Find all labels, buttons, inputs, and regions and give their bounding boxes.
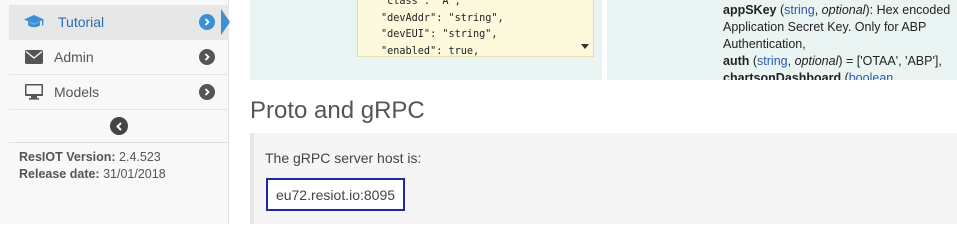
section-title: Proto and gRPC [250,97,425,124]
sidebar-item-admin[interactable]: Admin [9,40,229,75]
envelope-icon [23,48,45,66]
release-value: 31/01/2018 [103,167,166,181]
field-text: ( [841,71,849,80]
graduation-cap-icon [23,13,45,31]
code-line: "devAddr": "string", [381,12,504,24]
grpc-host-text: eu72.resiot.io:8095 [275,186,396,203]
sidebar-item-label: Tutorial [58,14,105,30]
model-description: appSKey (string, optional): Hex encoded … [723,2,953,80]
code-lines: "class": "A", "devAddr": "string", "devEUI… [381,0,504,57]
code-line: "devEUI": "string", [381,29,498,40]
sidebar-item-tutorial[interactable]: Tutorial [9,5,229,40]
field-type-link[interactable]: boolean [849,71,894,80]
chevron-right-icon [199,14,215,30]
example-code-box[interactable]: "class": "A", "devAddr": "string", "devEUI… [357,0,594,57]
field-name: appSKey [723,3,777,17]
model-description-panel: appSKey (string, optional): Hex encoded … [607,0,957,80]
sidebar-item-label: Models [54,84,100,100]
chevron-right-icon [199,84,215,100]
version-label: ResIOT Version: [19,150,116,164]
field-optional: optional [794,54,839,68]
collapse-sidebar-icon[interactable] [110,117,128,135]
scroll-down-arrow-icon[interactable] [581,44,589,49]
field-optional: optional [821,3,866,17]
version-value: 2.4.523 [119,150,161,164]
chevron-right-icon [199,49,215,65]
field-text: , [787,54,795,68]
sidebar: Tutorial Admin Models ResIOT Version: 2.… [0,0,229,224]
field-name: auth [723,54,750,68]
version-info: ResIOT Version: 2.4.523 Release date: 31… [19,149,166,183]
code-line: "enabled": true, [381,45,480,57]
field-type-link[interactable]: string [784,3,815,17]
field-type-link[interactable]: string [757,54,788,68]
code-scrollbar[interactable] [581,0,593,56]
sidebar-item-models[interactable]: Models [9,75,229,110]
field-text: ( [749,54,758,68]
field-description: ) = ['OTAA', 'ABP'], [838,54,942,68]
code-line: "class": "A", [381,0,461,7]
active-item-arrow [221,9,230,35]
sidebar-item-label: Admin [54,49,94,65]
monitor-icon [23,83,45,101]
field-text: ( [776,3,785,17]
field-name: chartsonDashboard [723,71,842,80]
grpc-host-value[interactable]: eu72.resiot.io:8095 [266,178,405,211]
sidebar-collapse-row [9,110,229,143]
field-text: , [814,3,822,17]
grpc-host-label: The gRPC server host is: [265,150,422,166]
release-label: Release date: [19,167,100,181]
